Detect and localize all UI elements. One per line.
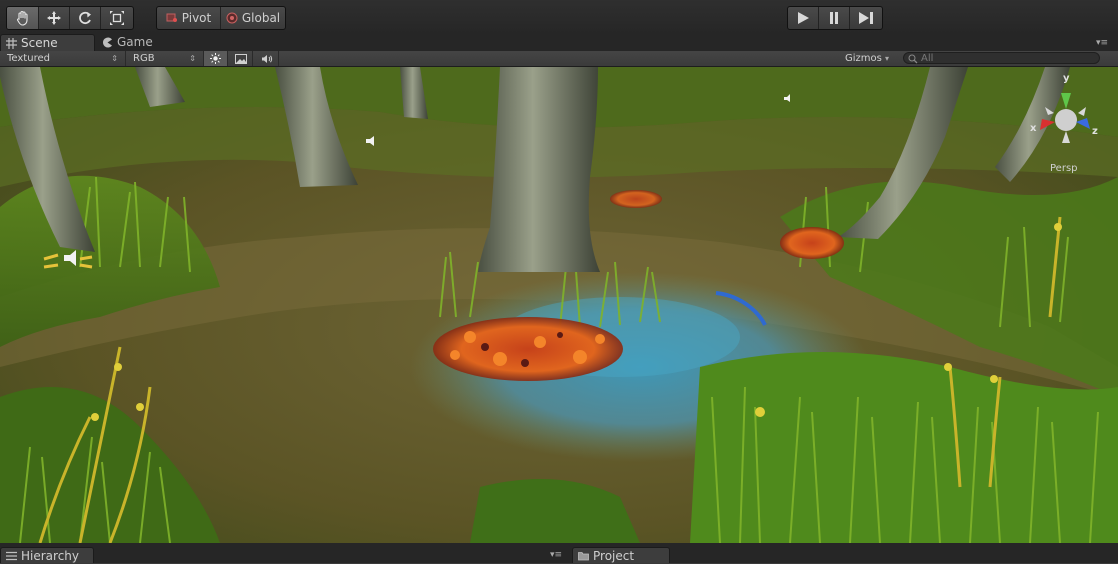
folder-icon	[578, 552, 589, 561]
tab-scene-label: Scene	[21, 36, 58, 50]
gizmo-x-label: x	[1030, 123, 1037, 134]
draw-mode-dropdown[interactable]: Textured ⇕	[0, 51, 126, 66]
step-icon	[859, 12, 873, 24]
game-pacman-icon	[103, 37, 112, 48]
tab-scene[interactable]: Scene	[0, 34, 95, 51]
tab-options-menu-icon[interactable]: ▾≡	[1096, 38, 1108, 48]
play-button[interactable]	[788, 7, 819, 29]
search-placeholder: All	[921, 53, 934, 64]
image-icon	[234, 53, 247, 64]
global-icon	[226, 12, 238, 24]
hand-icon	[16, 10, 28, 26]
pause-button[interactable]	[819, 7, 850, 29]
bottom-panels-bar: Hierarchy ▾≡ Project	[0, 543, 1118, 563]
global-label: Global	[241, 11, 281, 25]
render-mode-dropdown[interactable]: RGB ⇕	[126, 51, 204, 66]
transform-tools	[6, 6, 134, 30]
pivot-icon	[166, 13, 177, 22]
projection-label[interactable]: Persp	[1050, 163, 1078, 174]
hand-tool-button[interactable]	[7, 7, 39, 29]
scene-audio-toggle[interactable]	[255, 51, 279, 66]
move-tool-button[interactable]	[39, 7, 70, 29]
scene-render	[0, 67, 1118, 543]
audio-icon	[261, 54, 272, 63]
scale-icon	[110, 11, 124, 25]
hierarchy-search-input[interactable]: All	[903, 52, 1100, 64]
scene-fx-toggle[interactable]	[229, 51, 253, 66]
gizmos-label: Gizmos	[845, 53, 882, 64]
gizmo-y-label: y	[1063, 73, 1070, 84]
scene-grid-icon	[6, 38, 17, 49]
chevron-down-icon: ▾	[885, 54, 890, 63]
scene-viewport[interactable]: y x z Persp	[0, 67, 1118, 543]
tab-game-label: Game	[117, 35, 153, 49]
search-icon	[908, 54, 918, 64]
scene-view-toolbar: Textured ⇕ RGB ⇕ Gizmos ▾ All	[0, 51, 1118, 67]
play-icon	[798, 12, 809, 24]
rotate-tool-button[interactable]	[70, 7, 101, 29]
panel-options-menu-icon[interactable]: ▾≡	[550, 550, 562, 560]
sun-icon	[210, 53, 221, 64]
hierarchy-label: Hierarchy	[21, 549, 80, 563]
tab-hierarchy[interactable]: Hierarchy	[0, 547, 94, 563]
pivot-toggle[interactable]: Pivot	[157, 7, 221, 29]
render-mode-value: RGB	[133, 53, 155, 64]
gizmo-z-label: z	[1092, 126, 1098, 137]
gizmos-dropdown[interactable]: Gizmos ▾	[845, 51, 889, 66]
draw-mode-value: Textured	[7, 53, 50, 64]
view-tab-strip: Scene Game ▾≡	[0, 34, 1118, 51]
move-icon	[47, 11, 61, 25]
scene-lighting-toggle[interactable]	[204, 51, 228, 66]
project-label: Project	[593, 549, 635, 563]
pivot-global-group: Pivot Global	[156, 6, 286, 30]
step-button[interactable]	[850, 7, 882, 29]
list-icon	[6, 551, 17, 561]
rotate-icon	[79, 11, 91, 25]
playback-controls	[787, 6, 883, 30]
main-toolbar: Pivot Global	[0, 0, 1118, 35]
pause-icon	[830, 12, 838, 24]
scale-tool-button[interactable]	[101, 7, 133, 29]
dropdown-arrows-icon: ⇕	[111, 54, 118, 63]
tab-game[interactable]: Game	[97, 34, 177, 51]
tab-project[interactable]: Project	[572, 547, 670, 563]
global-toggle[interactable]: Global	[221, 7, 285, 29]
dropdown-arrows-icon: ⇕	[189, 54, 196, 63]
pivot-label: Pivot	[181, 11, 212, 25]
